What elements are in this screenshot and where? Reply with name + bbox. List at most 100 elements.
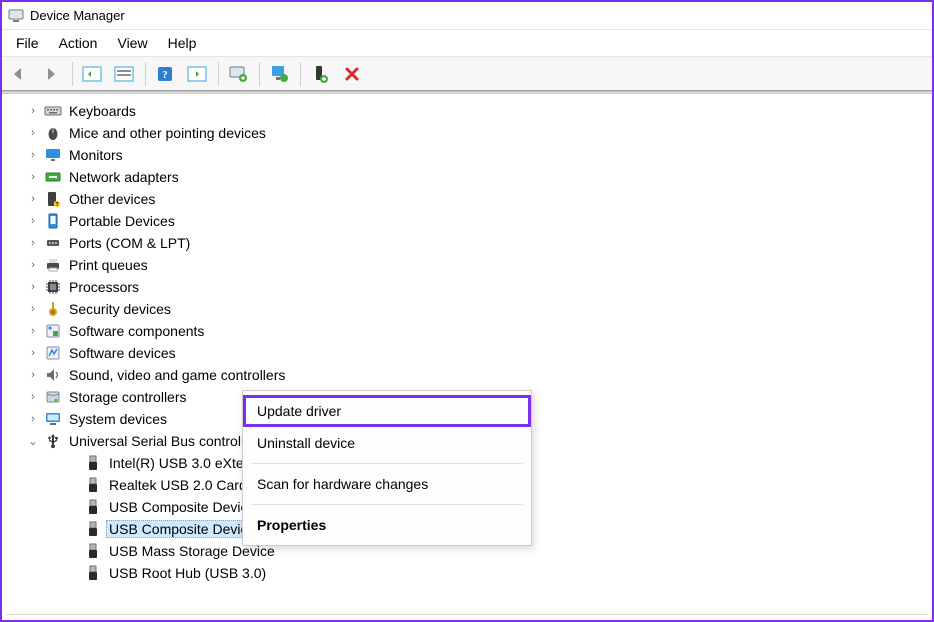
chevron-down-icon[interactable]: ⌄ [26,434,40,448]
device-label: Sound, video and game controllers [66,366,288,384]
system-icon [44,410,62,428]
device-category-item[interactable]: › Software components [26,320,932,342]
svg-text:?: ? [162,69,168,81]
tool-bar: ? [2,56,932,90]
keyboard-icon [44,102,62,120]
chevron-right-icon[interactable]: › [26,104,40,118]
context-separator [251,504,523,505]
device-child-item[interactable]: USB Root Hub (USB 3.0) [26,562,932,584]
menu-view[interactable]: View [107,32,157,54]
context-uninstall-device[interactable]: Uninstall device [243,427,531,459]
cpu-icon [44,278,62,296]
list-view-button[interactable] [182,60,212,88]
chevron-right-icon[interactable]: › [26,170,40,184]
chevron-right-icon[interactable]: › [26,324,40,338]
usb-dev-icon [84,476,102,494]
device-label: Mice and other pointing devices [66,124,269,142]
chevron-right-icon[interactable]: › [26,346,40,360]
device-manager-app-icon [8,8,24,24]
monitor-icon [44,146,62,164]
toolbar-separator [300,62,301,86]
device-tree[interactable]: › Keyboards › Mice and other pointing devic… [2,94,932,610]
menu-file[interactable]: File [6,32,49,54]
device-label: Realtek USB 2.0 Card [106,476,250,494]
chevron-right-icon[interactable]: › [26,390,40,404]
toolbar-separator [259,62,260,86]
update-driver-button[interactable] [223,60,253,88]
device-label: Security devices [66,300,174,318]
menu-bar: File Action View Help [2,30,932,56]
context-scan-hardware[interactable]: Scan for hardware changes [243,468,531,500]
device-label: USB Composite Device [106,498,258,516]
portable-icon [44,212,62,230]
software2-icon [44,344,62,362]
show-hidden-button[interactable] [77,60,107,88]
chevron-right-icon[interactable]: › [26,148,40,162]
help-button[interactable]: ? [150,60,180,88]
device-category-item[interactable]: › Ports (COM & LPT) [26,232,932,254]
device-label: Keyboards [66,102,139,120]
device-category-item[interactable]: › Portable Devices [26,210,932,232]
mouse-icon [44,124,62,142]
toolbar-separator [72,62,73,86]
device-label: Software devices [66,344,179,362]
chevron-right-icon[interactable]: › [26,302,40,316]
ports-icon [44,234,62,252]
usb-dev-icon [84,542,102,560]
chevron-right-icon[interactable]: › [26,412,40,426]
device-label: USB Root Hub (USB 3.0) [106,564,269,582]
back-button[interactable] [4,60,34,88]
device-label: Software components [66,322,207,340]
chevron-right-icon[interactable]: › [26,214,40,228]
device-category-item[interactable]: ›Network adapters [26,166,932,188]
storage-icon [44,388,62,406]
disable-device-button[interactable] [264,60,294,88]
device-label: Other devices [66,190,158,208]
properties-button[interactable] [109,60,139,88]
chevron-right-icon[interactable]: › [26,192,40,206]
usb-icon [44,432,62,450]
context-update-driver[interactable]: Update driver [243,395,531,427]
device-category-item[interactable]: › Keyboards [26,100,932,122]
device-category-item[interactable]: › Other devices [26,188,932,210]
device-label: Storage controllers [66,388,190,406]
device-label: Portable Devices [66,212,178,230]
chevron-right-icon[interactable]: › [26,126,40,140]
menu-help[interactable]: Help [158,32,207,54]
device-category-item[interactable]: › Monitors [26,144,932,166]
context-separator [251,463,523,464]
uninstall-button[interactable] [337,60,367,88]
security-icon [44,300,62,318]
device-category-item[interactable]: › Sound, video and game controllers [26,364,932,386]
device-category-item[interactable]: › Software devices [26,342,932,364]
device-label: USB Composite Device [106,520,258,538]
chevron-right-icon[interactable]: › [26,236,40,250]
device-label: Monitors [66,146,126,164]
context-menu: Update driver Uninstall device Scan for … [242,390,532,546]
usb-dev-icon [84,498,102,516]
device-label: System devices [66,410,170,428]
device-category-item[interactable]: › Security devices [26,298,932,320]
device-category-item[interactable]: › Processors [26,276,932,298]
chevron-right-icon[interactable]: › [26,280,40,294]
device-category-item[interactable]: › Print queues [26,254,932,276]
chevron-right-icon[interactable]: › [26,368,40,382]
device-label: Intel(R) USB 3.0 eXten [106,454,254,472]
device-manager-window: Device Manager File Action View Help [0,0,934,622]
context-properties[interactable]: Properties [243,509,531,541]
menu-action[interactable]: Action [49,32,108,54]
software-icon [44,322,62,340]
device-label: Processors [66,278,142,296]
title-bar: Device Manager [2,2,932,30]
chevron-right-icon[interactable]: › [26,258,40,272]
device-label: Universal Serial Bus controllers [66,432,267,450]
device-category-item[interactable]: › Mice and other pointing devices [26,122,932,144]
enable-device-button[interactable] [305,60,335,88]
usb-dev-icon [84,454,102,472]
sound-icon [44,366,62,384]
device-label: Ports (COM & LPT) [66,234,193,252]
other-icon [44,190,62,208]
device-label: Print queues [66,256,151,274]
forward-button[interactable] [36,60,66,88]
window-title: Device Manager [30,8,125,23]
